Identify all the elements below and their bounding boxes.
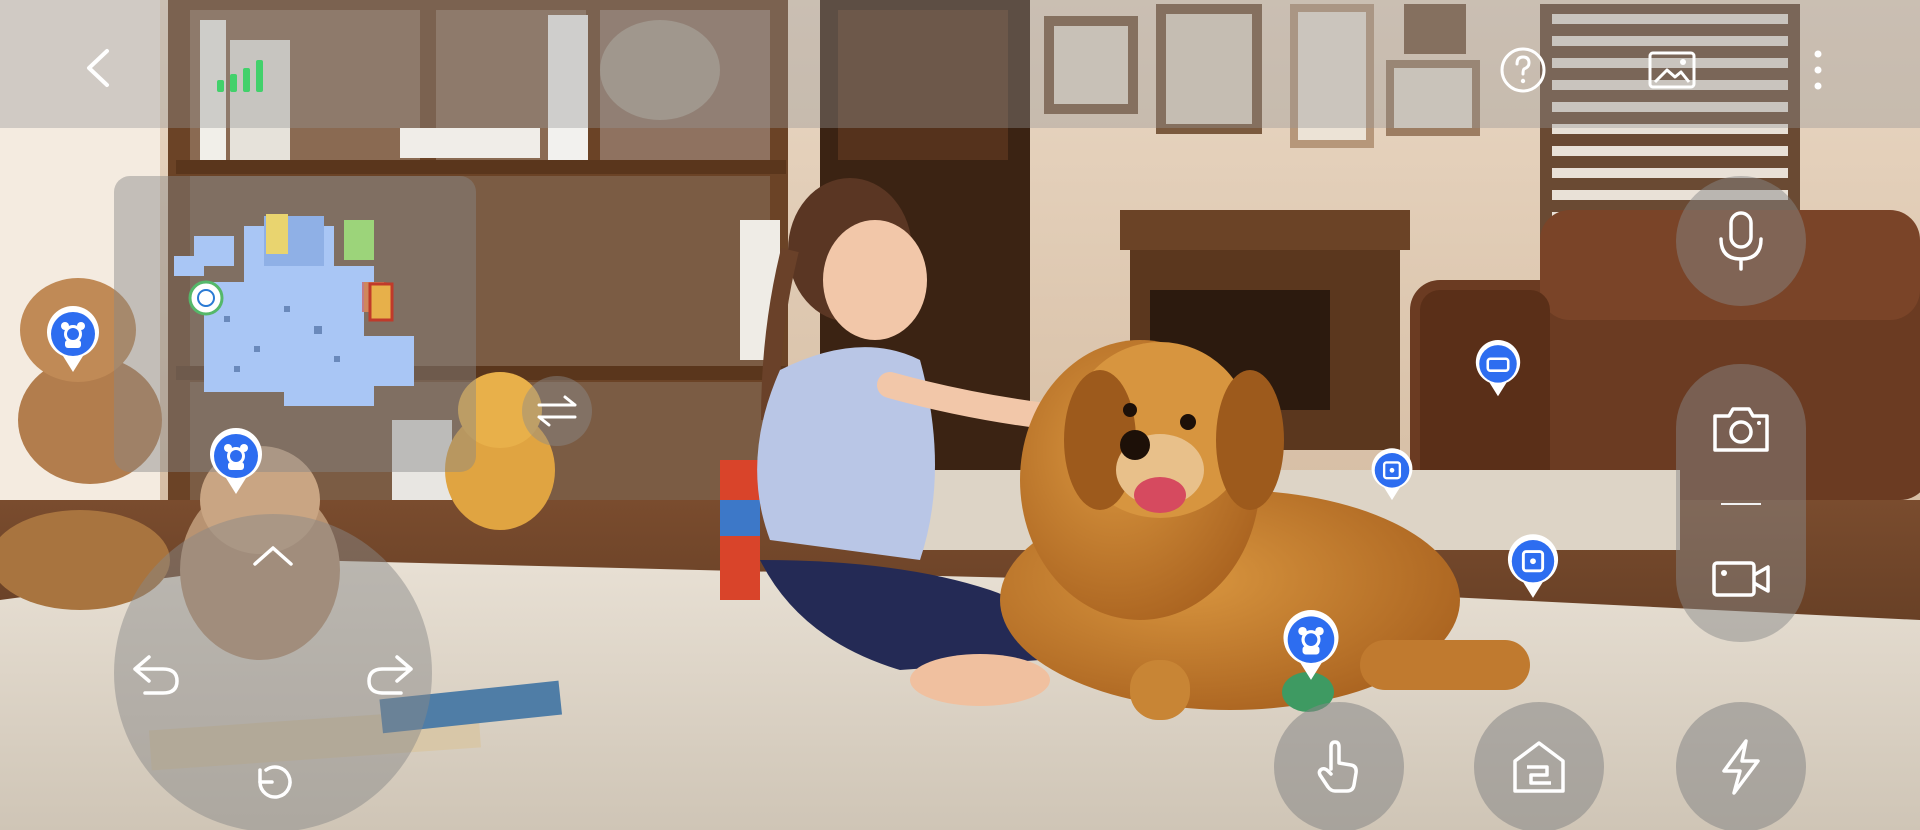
chevron-up-icon	[253, 546, 293, 566]
tap-to-go-button[interactable]	[1274, 702, 1404, 830]
turn-left-icon	[133, 655, 179, 695]
move-forward-button[interactable]	[248, 536, 298, 576]
direction-pad[interactable]	[114, 514, 432, 830]
teddy-bear-pin-icon[interactable]	[45, 306, 101, 374]
take-photo-button[interactable]	[1676, 384, 1806, 474]
record-video-button[interactable]	[1676, 534, 1806, 624]
microphone-button[interactable]	[1676, 176, 1806, 306]
chevron-left-icon	[87, 49, 109, 87]
image-gallery-icon	[1648, 51, 1696, 89]
dock-home-icon	[1513, 741, 1565, 793]
gallery-button[interactable]	[1640, 42, 1704, 98]
object-pin-icon[interactable]	[1370, 448, 1414, 502]
turn-right-button[interactable]	[358, 644, 422, 704]
swap-arrows-icon	[537, 395, 577, 427]
u-turn-button[interactable]	[244, 754, 302, 812]
boost-button[interactable]	[1676, 702, 1806, 830]
camera-view	[0, 0, 1920, 830]
more-vertical-icon	[1814, 50, 1822, 90]
capture-divider	[1721, 503, 1761, 505]
teddy-bear-pin-icon[interactable]	[208, 428, 264, 496]
video-camera-icon	[1712, 561, 1770, 597]
microphone-icon	[1719, 211, 1763, 271]
lightning-icon	[1722, 739, 1760, 795]
help-button[interactable]	[1495, 42, 1551, 98]
turn-left-button[interactable]	[124, 644, 188, 704]
return-to-dock-button[interactable]	[1474, 702, 1604, 830]
minimap-panel[interactable]	[114, 176, 476, 472]
floor-map	[174, 214, 414, 406]
rotate-back-icon	[258, 765, 292, 799]
turn-right-icon	[367, 655, 413, 695]
teddy-bear-pin-icon[interactable]	[1281, 610, 1341, 682]
hand-pointer-icon	[1317, 740, 1358, 793]
swap-view-button[interactable]	[522, 376, 592, 446]
top-toolbar	[0, 0, 1920, 128]
object-pin-icon[interactable]	[1506, 534, 1560, 600]
back-button[interactable]	[66, 40, 130, 96]
question-circle-icon	[1500, 47, 1546, 93]
sofa-pin-icon[interactable]	[1474, 340, 1522, 398]
camera-icon	[1713, 407, 1769, 452]
more-options-button[interactable]	[1790, 38, 1846, 102]
signal-strength-icon	[210, 48, 270, 92]
